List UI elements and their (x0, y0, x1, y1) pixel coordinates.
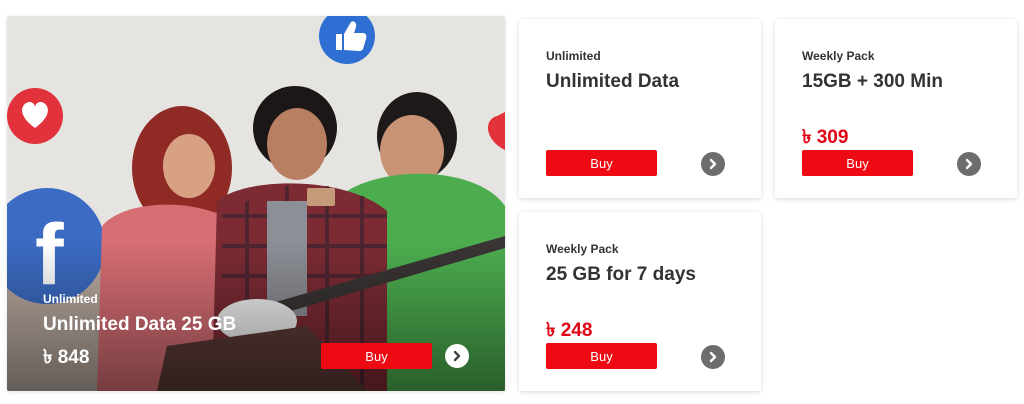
hero-title: Unlimited Data 25 GB (43, 314, 237, 335)
offer-card-25gb-7days[interactable]: Weekly Pack 25 GB for 7 days ৳ 248 Buy (519, 212, 761, 391)
card-category: Weekly Pack (546, 242, 619, 256)
offer-card-15gb-300min[interactable]: Weekly Pack 15GB + 300 Min ৳ 309 Buy (775, 19, 1017, 198)
hero-price: ৳ 848 (43, 347, 90, 368)
hero-buy-button[interactable]: Buy (321, 343, 432, 369)
chevron-right-icon[interactable] (701, 345, 725, 369)
hero-offer-card[interactable]: f (7, 16, 505, 391)
card-category: Weekly Pack (802, 49, 875, 63)
offers-section: f (0, 0, 1024, 404)
card-category: Unlimited (546, 49, 601, 63)
chevron-right-icon[interactable] (957, 152, 981, 176)
chevron-right-icon[interactable] (701, 152, 725, 176)
chevron-right-icon[interactable] (445, 344, 469, 368)
buy-button[interactable]: Buy (546, 150, 657, 176)
buy-button[interactable]: Buy (802, 150, 913, 176)
card-title: Unlimited Data (546, 71, 680, 92)
hero-category: Unlimited (43, 292, 98, 306)
buy-button[interactable]: Buy (546, 343, 657, 369)
card-title: 25 GB for 7 days (546, 264, 696, 285)
card-title: 15GB + 300 Min (802, 71, 943, 92)
offer-card-unlimited-data[interactable]: Unlimited Unlimited Data Buy (519, 19, 761, 198)
